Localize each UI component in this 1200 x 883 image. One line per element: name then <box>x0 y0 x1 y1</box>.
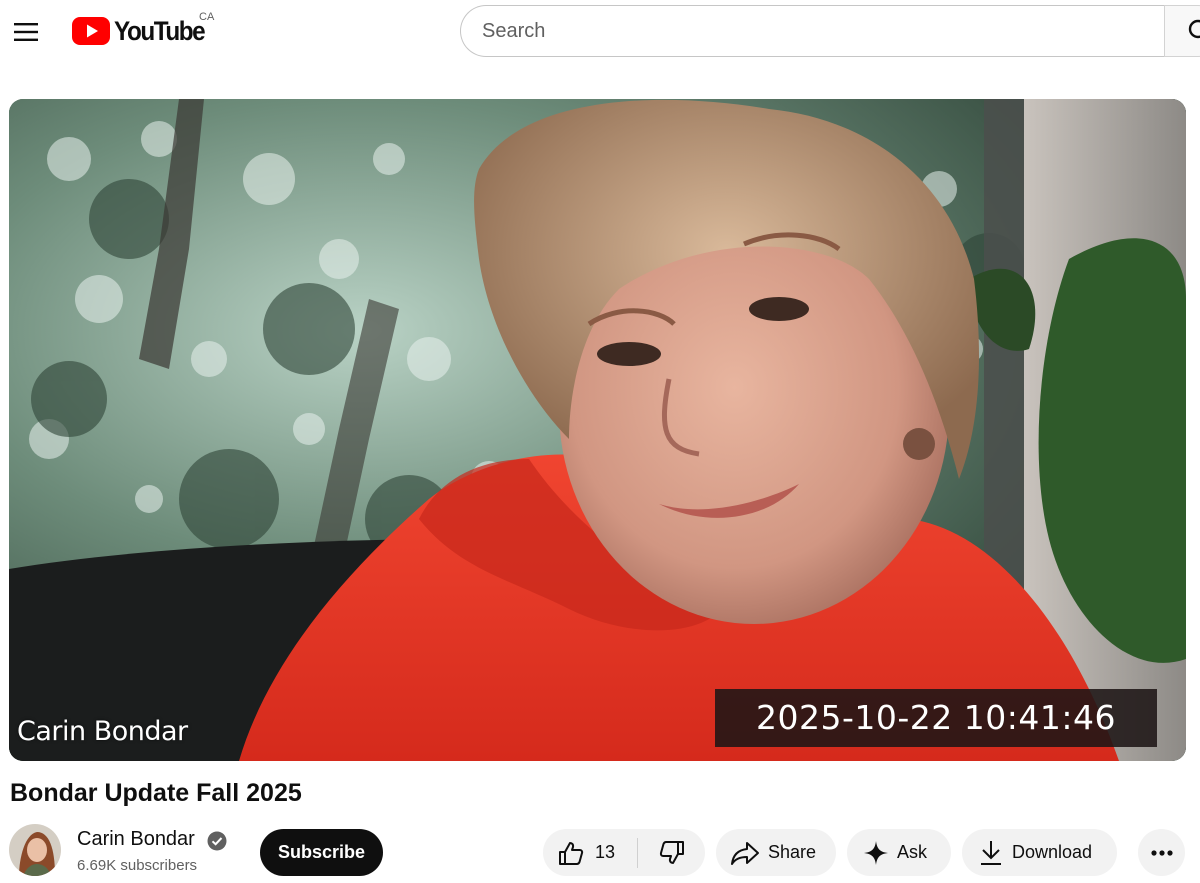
share-arrow-icon <box>731 841 759 865</box>
channel-avatar[interactable] <box>9 824 61 876</box>
more-dots-icon <box>1150 849 1173 856</box>
download-button[interactable]: Download <box>962 829 1117 876</box>
video-frame <box>9 99 1186 761</box>
verified-check-icon <box>207 831 227 851</box>
search-box[interactable] <box>460 5 1165 57</box>
thumbs-down-icon <box>659 840 684 864</box>
search-icon <box>1188 19 1200 39</box>
like-count: 13 <box>595 842 616 862</box>
dislike-button[interactable] <box>638 829 705 876</box>
download-label: Download <box>1012 842 1093 862</box>
like-dislike-group: 13 <box>543 829 705 876</box>
country-code: CA <box>199 11 215 23</box>
sparkle-icon <box>864 840 888 865</box>
logo-wordmark: YouTube <box>114 15 206 46</box>
youtube-play-logo-icon <box>72 17 110 45</box>
search-input[interactable] <box>482 19 1165 43</box>
youtube-logo[interactable]: YouTube <box>72 14 214 48</box>
subscribe-button[interactable]: Subscribe <box>260 829 383 876</box>
hamburger-menu-icon[interactable] <box>6 12 46 52</box>
share-button[interactable]: Share <box>716 829 836 876</box>
search-button[interactable] <box>1164 5 1200 57</box>
channel-name[interactable]: Carin Bondar <box>77 828 195 851</box>
more-actions-button[interactable] <box>1138 829 1185 876</box>
thumbs-up-icon <box>559 841 584 865</box>
masthead: YouTube CA <box>0 0 1200 62</box>
download-icon <box>981 840 1001 865</box>
video-player[interactable]: Carin Bondar 2025-10-22 10:41:46 <box>9 99 1186 761</box>
video-name-overlay: Carin Bondar <box>17 716 188 747</box>
subscriber-count: 6.69K subscribers <box>77 857 198 874</box>
share-label: Share <box>768 842 817 862</box>
like-button[interactable]: 13 <box>543 837 638 868</box>
ask-label: Ask <box>897 842 928 862</box>
video-timestamp-overlay: 2025-10-22 10:41:46 <box>715 689 1157 747</box>
ask-button[interactable]: Ask <box>847 829 951 876</box>
video-title: Bondar Update Fall 2025 <box>10 779 302 807</box>
